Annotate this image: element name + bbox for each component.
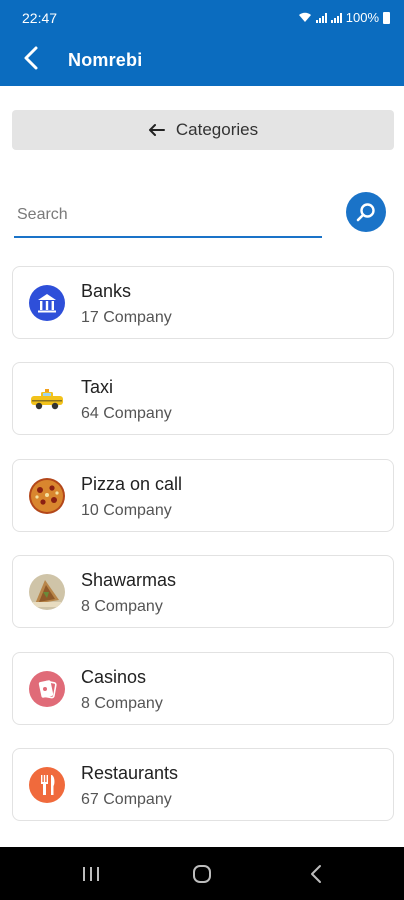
category-name: Casinos — [81, 666, 147, 687]
category-card-pizza[interactable]: Pizza on call 10 Company — [12, 458, 394, 532]
category-count: 17 Company — [81, 309, 172, 326]
shawarma-icon — [29, 574, 65, 611]
wifi-icon — [298, 12, 311, 22]
search-input[interactable] — [14, 194, 322, 238]
system-nav-bar — [0, 847, 404, 900]
casino-icon — [29, 670, 65, 707]
status-bar: 22:47 100% — [0, 0, 404, 30]
recents-button[interactable] — [78, 861, 104, 887]
category-list: Banks 17 Company Taxi 64 Company Pizza o… — [12, 266, 394, 844]
back-button[interactable] — [18, 44, 46, 72]
battery-label: 100% — [345, 10, 379, 25]
home-button[interactable] — [189, 861, 215, 887]
status-icons: 100% — [298, 10, 390, 25]
signal-icon — [330, 12, 342, 23]
category-count: 10 Company — [81, 501, 172, 519]
category-count: 64 Company — [81, 405, 172, 423]
category-count: 67 Company — [81, 790, 172, 808]
home-icon — [193, 865, 211, 883]
battery-icon — [383, 11, 390, 24]
category-card-restaurants[interactable]: Restaurants 67 Company — [12, 747, 394, 821]
search-icon — [356, 203, 375, 222]
chevron-left-icon — [24, 46, 38, 70]
category-card-banks[interactable]: Banks 17 Company — [12, 266, 394, 339]
pizza-icon — [29, 477, 65, 514]
category-name: Pizza on call — [81, 473, 183, 494]
search-button[interactable] — [346, 192, 386, 232]
category-count: 8 Company — [81, 694, 163, 712]
category-card-taxi[interactable]: Taxi 64 Company — [12, 362, 394, 436]
back-icon — [311, 865, 321, 883]
page-title: Nomrebi — [68, 50, 143, 70]
category-name: Shawarmas — [81, 570, 177, 591]
category-name: Banks — [81, 281, 132, 301]
category-count: 8 Company — [81, 598, 163, 616]
signal-icon — [315, 12, 327, 23]
back-nav-button[interactable] — [304, 861, 330, 887]
bank-icon — [29, 285, 65, 321]
status-time: 22:47 — [22, 10, 58, 26]
recents-icon — [83, 867, 99, 881]
app-bar: Nomrebi — [0, 30, 404, 86]
categories-button-label: Categories — [175, 120, 259, 139]
taxi-icon — [29, 381, 65, 417]
arrow-left-icon — [148, 124, 165, 136]
category-card-shawarmas[interactable]: Shawarmas 8 Company — [12, 555, 394, 629]
category-name: Restaurants — [81, 762, 179, 783]
category-card-casinos[interactable]: Casinos 8 Company — [12, 651, 394, 725]
categories-button[interactable]: Categories — [12, 110, 394, 150]
restaurant-icon — [29, 766, 65, 803]
category-name: Taxi — [81, 377, 114, 398]
